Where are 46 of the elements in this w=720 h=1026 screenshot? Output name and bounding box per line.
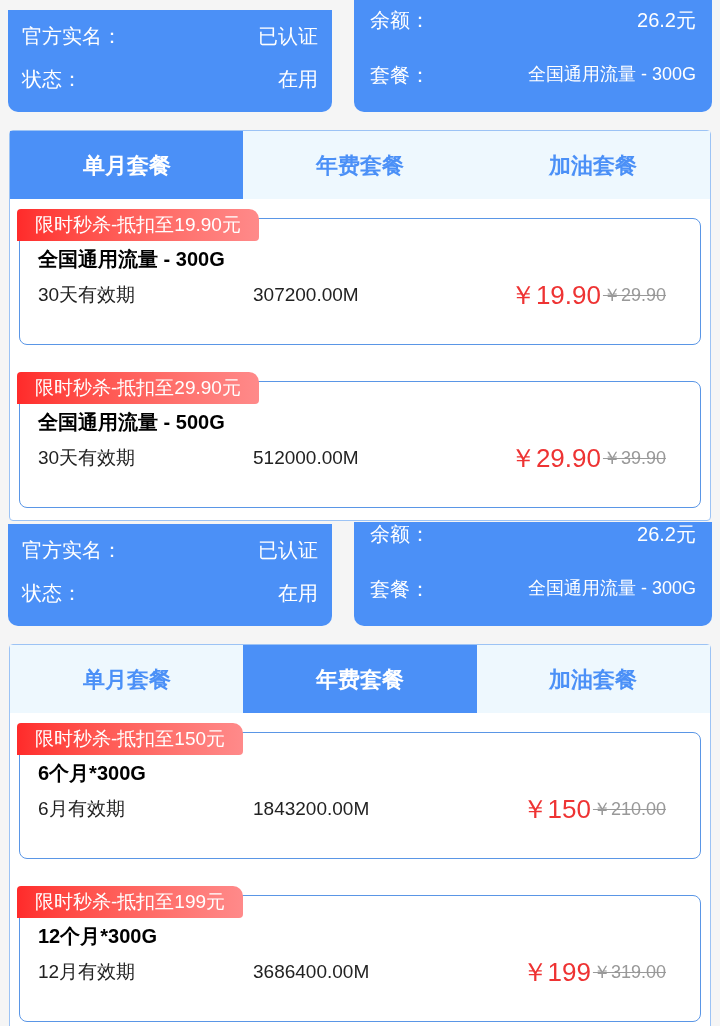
info-value: 在用: [278, 66, 318, 92]
info-value: 在用: [278, 580, 318, 606]
plan-title: 全国通用流量 - 300G: [38, 247, 226, 272]
plan-tab[interactable]: 年费套餐: [243, 645, 477, 713]
plan-validity: 30天有效期: [38, 283, 137, 308]
info-label: 状态：: [22, 580, 82, 606]
info-label: 套餐：: [370, 576, 430, 602]
plan-data-size: 307200.00M: [253, 283, 359, 308]
original-price: ￥210.00: [592, 798, 666, 821]
original-price: ￥39.90: [602, 447, 666, 470]
info-value: 全国通用流量 - 300G: [527, 577, 696, 600]
plan-tab[interactable]: 单月套餐: [10, 131, 244, 199]
plan-data-size: 512000.00M: [253, 446, 359, 471]
info-value: 全国通用流量 - 300G: [527, 63, 696, 86]
plan-price: ￥150: [521, 793, 591, 826]
info-value: 26.2元: [637, 522, 696, 547]
plan-price: ￥29.90: [509, 442, 601, 475]
info-label: 官方实名：: [22, 537, 122, 563]
flash-sale-badge: 限时秒杀-抵扣至19.90元: [17, 209, 259, 241]
info-value: 已认证: [258, 537, 318, 563]
original-price: ￥29.90: [602, 284, 666, 307]
plan-tab[interactable]: 单月套餐: [10, 645, 244, 713]
info-label: 套餐：: [370, 62, 430, 88]
plan-title: 6个月*300G: [38, 761, 147, 786]
flash-sale-badge: 限时秒杀-抵扣至29.90元: [17, 372, 259, 404]
flash-sale-badge: 限时秒杀-抵扣至199元: [17, 886, 244, 918]
plan-title: 12个月*300G: [38, 924, 158, 949]
plan-title: 全国通用流量 - 500G: [38, 410, 226, 435]
plan-validity: 6月有效期: [38, 797, 126, 822]
info-value: 已认证: [258, 23, 318, 49]
plan-validity: 12月有效期: [38, 960, 137, 985]
plan-tab[interactable]: 加油套餐: [476, 131, 710, 199]
flash-sale-badge: 限时秒杀-抵扣至150元: [17, 723, 244, 755]
plan-tab[interactable]: 加油套餐: [476, 645, 710, 713]
info-label: 官方实名：: [22, 23, 122, 49]
plan-data-size: 3686400.00M: [253, 960, 370, 985]
plan-validity: 30天有效期: [38, 446, 137, 471]
plan-price: ￥199: [521, 956, 591, 989]
info-label: 余额：: [370, 7, 430, 33]
plan-price: ￥19.90: [509, 279, 601, 312]
plan-tab[interactable]: 年费套餐: [243, 131, 477, 199]
plan-data-size: 1843200.00M: [253, 797, 370, 822]
info-value: 26.2元: [637, 7, 696, 33]
original-price: ￥319.00: [592, 961, 666, 984]
info-label: 状态：: [22, 66, 82, 92]
info-label: 余额：: [370, 522, 430, 547]
